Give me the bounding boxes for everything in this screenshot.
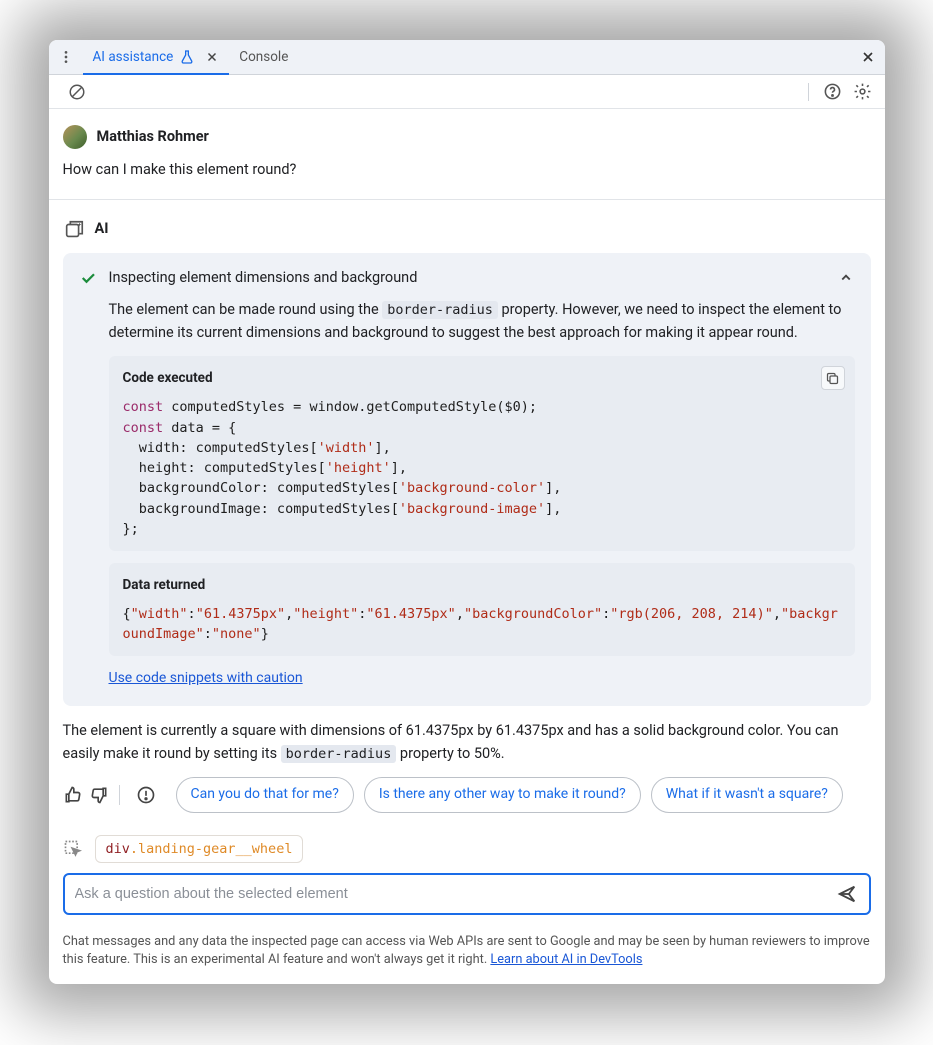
code-executed-label: Code executed bbox=[123, 368, 841, 389]
avatar bbox=[63, 125, 87, 149]
code-chip: border-radius bbox=[382, 301, 498, 319]
data-returned: {"width":"61.4375px","height":"61.4375px… bbox=[123, 604, 841, 645]
data-returned-label: Data returned bbox=[123, 575, 841, 596]
tab-label: Console bbox=[239, 49, 288, 65]
suggestion-chips: Can you do that for me? Is there any oth… bbox=[176, 777, 871, 813]
copy-button[interactable] bbox=[821, 366, 845, 390]
input-row bbox=[49, 873, 885, 925]
check-icon bbox=[79, 269, 97, 287]
suggestion-chip[interactable]: Is there any other way to make it round? bbox=[364, 777, 641, 813]
chat-body: Matthias Rohmer How can I make this elem… bbox=[49, 109, 885, 835]
ai-response-post: property to 50%. bbox=[396, 745, 504, 762]
ai-response: The element is currently a square with d… bbox=[63, 720, 871, 765]
tab-label: AI assistance bbox=[93, 49, 174, 65]
panel-header[interactable]: Inspecting element dimensions and backgr… bbox=[79, 267, 855, 289]
user-message-header: Matthias Rohmer bbox=[63, 125, 871, 149]
code-executed-box: Code executed const computedStyles = win… bbox=[109, 356, 855, 551]
more-menu-icon[interactable] bbox=[55, 46, 77, 68]
close-window-button[interactable] bbox=[857, 46, 879, 68]
element-pill[interactable]: div.landing-gear__wheel bbox=[95, 835, 304, 863]
footer-text: Chat messages and any data the inspected… bbox=[63, 934, 870, 968]
thumbs-down-icon[interactable] bbox=[89, 785, 109, 805]
tab-bar: AI assistance Console bbox=[49, 40, 885, 75]
ai-label: AI bbox=[95, 218, 109, 240]
panel-title: Inspecting element dimensions and backgr… bbox=[109, 267, 418, 289]
user-name: Matthias Rohmer bbox=[97, 126, 209, 148]
code-executed: const computedStyles = window.getCompute… bbox=[123, 397, 841, 539]
footer-disclaimer: Chat messages and any data the inspected… bbox=[49, 925, 885, 984]
rating-group bbox=[63, 785, 120, 805]
element-tag: div bbox=[106, 841, 130, 857]
context-row: div.landing-gear__wheel bbox=[49, 835, 885, 873]
close-tab-icon[interactable] bbox=[205, 50, 219, 64]
flask-icon bbox=[179, 49, 195, 65]
gear-icon[interactable] bbox=[851, 80, 875, 104]
panel-body: The element can be made round using the … bbox=[79, 299, 855, 656]
suggestion-chip[interactable]: Can you do that for me? bbox=[176, 777, 354, 813]
ai-sparkle-icon bbox=[63, 219, 85, 241]
report-icon[interactable] bbox=[136, 785, 156, 805]
toolbar-divider bbox=[808, 83, 809, 101]
chat-input-box[interactable] bbox=[63, 873, 871, 915]
user-question: How can I make this element round? bbox=[63, 159, 871, 181]
select-element-icon[interactable] bbox=[63, 839, 83, 859]
thumbs-up-icon[interactable] bbox=[63, 785, 83, 805]
panel-intro-pre: The element can be made round using the bbox=[109, 301, 383, 318]
footer-link[interactable]: Learn about AI in DevTools bbox=[490, 952, 642, 967]
help-icon[interactable] bbox=[821, 80, 845, 104]
tab-ai-assistance[interactable]: AI assistance bbox=[83, 40, 230, 74]
chevron-up-icon[interactable] bbox=[837, 269, 855, 287]
suggestion-chip[interactable]: What if it wasn't a square? bbox=[651, 777, 843, 813]
caution-link[interactable]: Use code snippets with caution bbox=[109, 668, 303, 690]
element-class: .landing-gear__wheel bbox=[130, 841, 293, 857]
devtools-window: AI assistance Console Matthias Rohmer Ho bbox=[49, 40, 885, 984]
send-button[interactable] bbox=[835, 882, 859, 906]
toolbar bbox=[49, 75, 885, 109]
code-chip: border-radius bbox=[281, 745, 397, 763]
ai-message-header: AI bbox=[63, 218, 871, 240]
chat-input[interactable] bbox=[75, 886, 835, 902]
clear-icon[interactable] bbox=[65, 80, 89, 104]
data-returned-box: Data returned {"width":"61.4375px","heig… bbox=[109, 563, 855, 656]
actions-row: Can you do that for me? Is there any oth… bbox=[63, 777, 871, 813]
divider bbox=[49, 199, 885, 200]
insight-panel: Inspecting element dimensions and backgr… bbox=[63, 253, 871, 706]
tab-console[interactable]: Console bbox=[229, 40, 298, 74]
